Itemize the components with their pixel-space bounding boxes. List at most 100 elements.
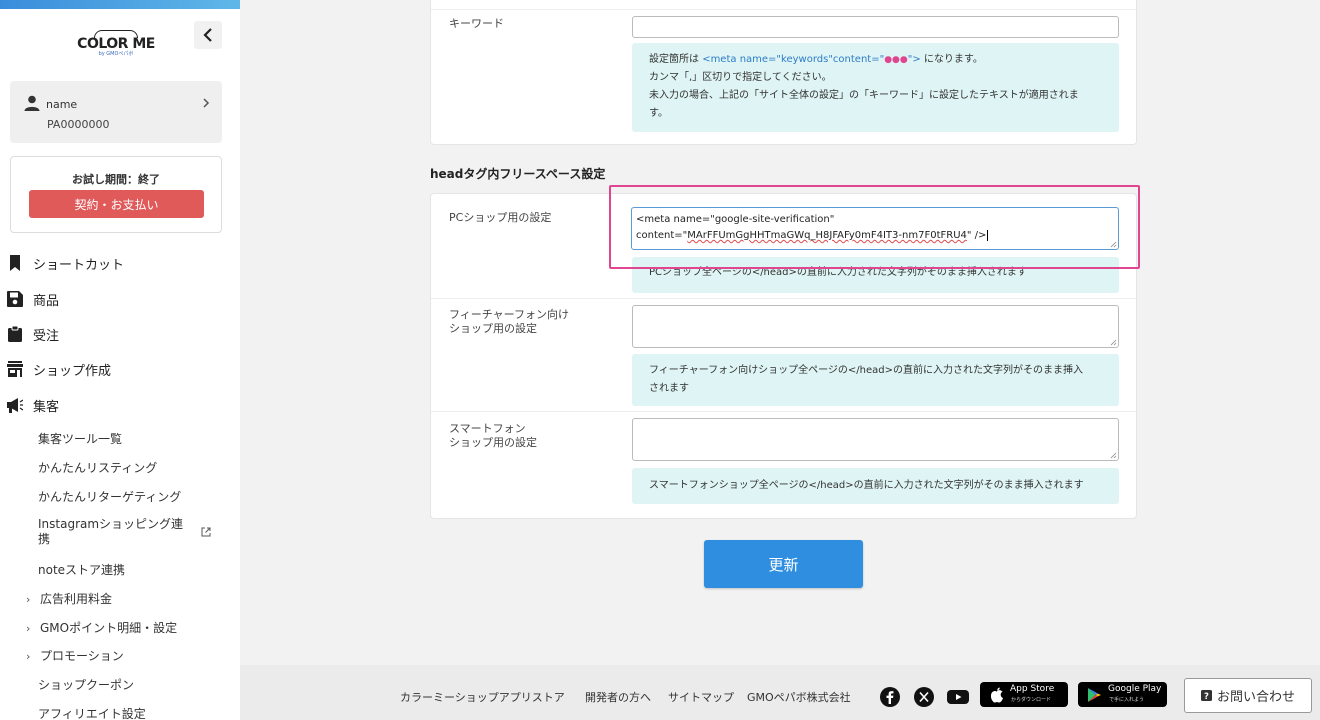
hint-line: す。 xyxy=(649,108,668,119)
svg-text:?: ? xyxy=(1204,692,1209,701)
app-store-subtext: からダウンロード xyxy=(1011,697,1052,703)
subnav-marketing-tools[interactable]: 集客ツール一覧 xyxy=(38,430,122,447)
user-name: name xyxy=(46,98,78,111)
keyword-label: キーワード xyxy=(449,17,504,30)
app-store-button[interactable]: App Store からダウンロード xyxy=(980,682,1068,707)
text-cursor xyxy=(987,230,989,241)
hint-text: 設定箇所は xyxy=(649,54,703,65)
section-title: headタグ内フリースペース設定 xyxy=(430,167,606,181)
footer: カラーミーショップアプリストア 開発者の方へ サイトマップ GMOペパボ株式会社… xyxy=(240,665,1320,720)
google-play-text: Google Play xyxy=(1108,684,1162,694)
contact-label: お問い合わせ xyxy=(1216,690,1295,705)
color-me-logo[interactable]: COLOR ME by GMOペパボ xyxy=(60,30,172,57)
resize-handle-icon[interactable] xyxy=(1110,339,1117,346)
feature-phone-hint: フィーチャーフォン向けショップ全ページの</head>の直前に入力された文字列が… xyxy=(632,354,1119,406)
hint-dots: ●●● xyxy=(884,55,908,65)
subnav-instagram-shopping[interactable]: Instagramショッピング連 携 xyxy=(38,517,228,547)
pc-setting-textarea[interactable]: <meta name="google-site-verification" co… xyxy=(631,207,1119,250)
hint-code-end: "> xyxy=(907,54,921,65)
textarea-line: content="MArFFUmGgHHTmaGWq_H8JFAFy0mF4IT… xyxy=(636,228,1114,244)
nav-item-shortcut[interactable]: ショートカット xyxy=(0,248,240,278)
footer-link-app-store[interactable]: カラーミーショップアプリストア xyxy=(400,689,565,705)
subnav-label-line2: 携 xyxy=(38,532,51,546)
sidebar-top-bar xyxy=(0,0,240,9)
hint-code: <meta name="keywords"content=" xyxy=(702,54,885,65)
trial-status-box: お試し期間：終了 契約・お支払い xyxy=(10,156,222,233)
chevron-right-icon: › xyxy=(26,593,31,606)
subnav-label: プロモーション xyxy=(40,649,124,663)
subnav-affiliate[interactable]: アフィリエイト設定 xyxy=(38,705,146,720)
user-shop-id: PA0000000 xyxy=(47,118,110,131)
smartphone-label: スマートフォン ショップ用の設定 xyxy=(449,422,537,450)
pc-setting-label: PCショップ用の設定 xyxy=(449,211,552,224)
facebook-icon[interactable] xyxy=(880,687,900,707)
smartphone-textarea[interactable] xyxy=(632,418,1119,461)
contact-button[interactable]: ? お問い合わせ xyxy=(1184,678,1312,713)
google-play-button[interactable]: Google Play で手に入れよう xyxy=(1078,682,1167,707)
store-icon xyxy=(7,361,23,377)
footer-link-gmo-pepabo[interactable]: GMOペパボ株式会社 xyxy=(747,689,851,705)
textarea-text: content=" xyxy=(636,230,688,241)
label-line: ショップ用の設定 xyxy=(449,322,537,335)
contract-payment-button[interactable]: 契約・お支払い xyxy=(29,190,204,218)
footer-link-developers[interactable]: 開発者の方へ xyxy=(585,689,651,705)
bookmark-icon xyxy=(10,255,20,271)
row-divider xyxy=(431,9,1136,10)
external-link-icon xyxy=(201,527,211,537)
nav-item-orders[interactable]: 受注 xyxy=(0,319,240,349)
sidebar: COLOR ME by GMOペパボ name PA0000000 お試し期間：… xyxy=(0,0,240,720)
subnav-easy-listing[interactable]: かんたんリスティング xyxy=(38,459,157,476)
subnav-shop-coupon[interactable]: ショップクーポン xyxy=(38,676,134,693)
question-icon: ? xyxy=(1200,690,1212,701)
textarea-line: <meta name="google-site-verification" xyxy=(636,214,835,225)
textarea-text: " /> xyxy=(966,230,987,241)
youtube-icon[interactable] xyxy=(947,687,969,707)
row-divider xyxy=(431,411,1136,412)
spellcheck-text: MArFFUmGgHHTmaGWq_H8JFAFy0mF4IT3-nm7F0tF… xyxy=(687,230,967,241)
clipboard-icon xyxy=(8,326,22,342)
x-icon[interactable] xyxy=(914,687,934,707)
apple-icon xyxy=(990,687,1003,703)
subnav-promotion[interactable]: › プロモーション xyxy=(26,647,124,664)
subnav-easy-retargeting[interactable]: かんたんリターゲティング xyxy=(38,488,181,505)
collapse-sidebar-button[interactable] xyxy=(194,21,222,49)
footer-link-sitemap[interactable]: サイトマップ xyxy=(668,689,734,705)
hint-line: フィーチャーフォン向けショップ全ページの</head>の直前に入力された文字列が… xyxy=(649,365,1083,376)
nav-label: 集客 xyxy=(33,399,60,415)
feature-phone-textarea[interactable] xyxy=(632,305,1119,348)
main-content: キーワード 設定箇所は <meta name="keywords"content… xyxy=(240,0,1320,665)
meta-settings-card: キーワード 設定箇所は <meta name="keywords"content… xyxy=(430,0,1137,145)
chevron-right-icon: › xyxy=(26,650,31,663)
hint-text: になります。 xyxy=(920,54,983,65)
pc-hint: PCショップ全ページの</head>の直前に入力された文字列がそのまま挿入されま… xyxy=(632,257,1119,293)
subnav-label: GMOポイント明細・設定 xyxy=(40,621,178,635)
logo-roof-shape xyxy=(94,30,138,38)
nav-item-products[interactable]: 商品 xyxy=(0,284,240,314)
subnav-note-store[interactable]: noteストア連携 xyxy=(38,561,125,578)
trial-status-label: お試し期間：終了 xyxy=(72,173,160,186)
resize-handle-icon[interactable] xyxy=(1110,241,1117,248)
megaphone-icon xyxy=(7,398,23,413)
google-play-icon xyxy=(1088,688,1101,702)
feature-phone-label: フィーチャーフォン向け ショップ用の設定 xyxy=(449,308,569,336)
subnav-ad-fees[interactable]: › 広告利用料金 xyxy=(26,590,112,607)
update-button[interactable]: 更新 xyxy=(704,540,863,588)
save-icon xyxy=(7,291,23,307)
keyword-input[interactable] xyxy=(632,16,1119,38)
nav-label: ショップ作成 xyxy=(33,363,112,379)
user-account-box[interactable]: name PA0000000 xyxy=(10,81,222,143)
google-play-subtext: で手に入れよう xyxy=(1109,697,1145,703)
nav-item-shop-create[interactable]: ショップ作成 xyxy=(0,354,240,384)
nav-item-marketing[interactable]: 集客 xyxy=(0,390,240,420)
hint-line: 設定箇所は <meta name="keywords"content="●●●"… xyxy=(649,51,1102,69)
keyword-hint: 設定箇所は <meta name="keywords"content="●●●"… xyxy=(632,43,1119,132)
nav-label: 商品 xyxy=(33,293,60,309)
hint-line: 未入力の場合、上記の「サイト全体の設定」の「キーワード」に設定したテキストが適用… xyxy=(649,90,1079,101)
resize-handle-icon[interactable] xyxy=(1110,452,1117,459)
chevron-left-icon xyxy=(203,28,212,42)
chevron-right-icon: › xyxy=(26,622,31,635)
hint-line: カンマ「,」区切りで指定してください。 xyxy=(649,72,832,83)
label-line: スマートフォン xyxy=(449,422,526,435)
subnav-gmo-points[interactable]: › GMOポイント明細・設定 xyxy=(26,619,177,636)
label-line: フィーチャーフォン向け xyxy=(449,308,570,321)
